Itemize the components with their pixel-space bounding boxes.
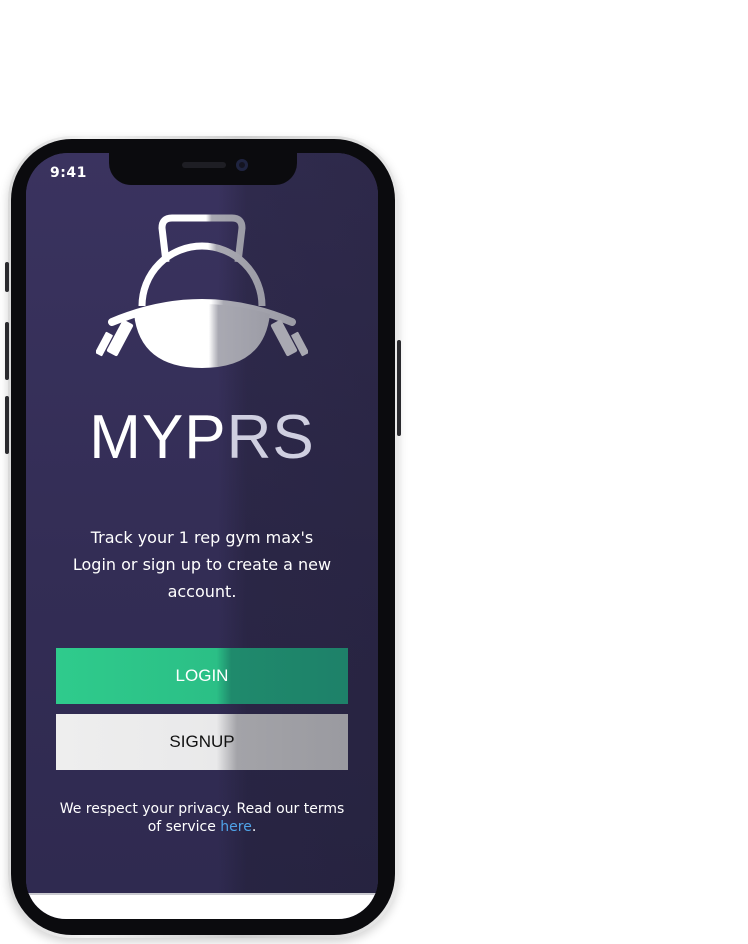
privacy-text: We respect your privacy. Read our terms … <box>59 801 345 835</box>
volume-up-button <box>5 322 9 380</box>
home-indicator-area <box>26 893 378 919</box>
app-title-secondary: RS <box>226 403 315 472</box>
privacy-notice: We respect your privacy. Read our terms … <box>56 800 348 836</box>
login-button[interactable]: LOGIN <box>56 648 348 704</box>
tagline-line-1: Track your 1 rep gym max's <box>90 528 314 547</box>
speaker-grille <box>182 162 226 168</box>
volume-down-button <box>5 396 9 454</box>
mute-switch <box>5 262 9 292</box>
app-title-primary: MYP <box>89 403 227 472</box>
terms-link[interactable]: here <box>220 819 252 835</box>
tagline-line-2: Login or sign up to create a new account… <box>72 555 332 601</box>
phone-notch <box>109 151 297 185</box>
privacy-suffix: . <box>251 819 257 835</box>
front-camera <box>236 159 248 171</box>
tagline: Track your 1 rep gym max's Login or sign… <box>46 524 358 605</box>
app-title: MYPRS <box>26 402 378 473</box>
kettlebell-barbell-icon <box>96 214 308 368</box>
status-bar-time: 9:41 <box>50 165 87 181</box>
signup-button[interactable]: SIGNUP <box>56 714 348 770</box>
power-button <box>397 340 401 436</box>
device-mockup: 9:41 MYPRS Track your 1 rep gym max's Lo… <box>0 0 748 944</box>
